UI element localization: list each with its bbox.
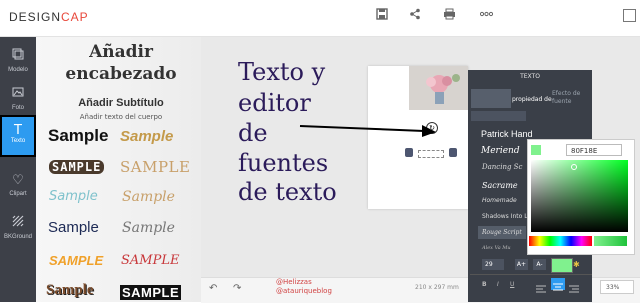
font-option[interactable]: Homemade [482,197,517,204]
layout-icon [0,48,36,64]
dialog-title: TEXTO [520,73,540,80]
font-size-increase-button[interactable]: A+ [515,259,528,270]
tab-swatch[interactable] [471,89,511,108]
window-square-icon[interactable] [623,9,636,22]
font-size-select[interactable]: 29 [482,259,504,270]
color-cursor[interactable] [571,164,577,170]
app-logo[interactable]: DESIGNCAP [9,10,89,24]
annotation-arrow [299,125,436,137]
font-sample[interactable]: Sample [46,282,94,299]
divider [470,274,592,275]
sidebar-item-texto[interactable]: T Texto [0,115,36,157]
sidebar-item-label: BKGround [3,234,33,240]
credit-text: @atauriqueblog [276,287,332,295]
background-icon [0,215,36,231]
tab-effect[interactable]: Efecto de fuente [552,90,586,106]
sidebar-item-label: Modelo [8,67,28,73]
flower-photo[interactable] [409,66,468,110]
photo-icon [0,86,36,102]
zoom-select[interactable]: 33% [600,280,634,294]
redo-icon[interactable]: ↷ [233,283,241,294]
more-icon[interactable] [476,8,496,26]
annotation-line: de [238,119,268,147]
sidebar-item-label: Clipart [9,191,27,197]
font-sample[interactable]: Sample [120,128,173,145]
resize-handle[interactable] [449,148,457,157]
font-search[interactable] [471,111,526,121]
top-bar [0,0,640,37]
text-color-swatch[interactable] [551,258,573,273]
bold-icon[interactable]: B [482,281,487,288]
annotation-line: de texto [238,178,337,206]
italic-icon[interactable]: I [497,281,499,288]
font-size-decrease-button[interactable]: A- [533,259,546,270]
font-sample[interactable]: Sample [122,220,175,236]
font-option[interactable]: Rouge Script [482,229,522,236]
align-right-icon[interactable] [568,279,580,293]
font-sample[interactable]: Sample [48,219,99,236]
sidebar-item-label: Foto [11,105,24,111]
align-center-icon[interactable] [551,278,565,291]
save-icon[interactable] [372,8,392,26]
hue-slider[interactable] [529,236,592,246]
undo-icon[interactable]: ↶ [209,283,217,294]
font-sample[interactable]: SAMPLE [121,253,179,268]
font-option[interactable]: Meriend [481,146,520,156]
font-option[interactable]: Sacrame [482,181,518,190]
align-left-icon[interactable] [535,279,547,293]
credit-text: @Helizzas [276,278,312,286]
annotation-line: fuentes [238,149,329,177]
sidebar-item-bkground[interactable]: BKGround [0,207,36,257]
font-option[interactable]: Dancing Sc [482,163,522,171]
saturation-field[interactable] [531,160,628,232]
palette-icon[interactable]: ✱ [573,260,580,269]
heart-icon: ♡ [12,173,24,188]
current-color-swatch [531,145,541,155]
alpha-slider[interactable] [594,236,627,246]
font-sample[interactable]: SAMPLE [49,253,103,268]
underline-icon[interactable]: U [510,281,514,288]
text-icon: T [14,123,22,138]
font-option[interactable]: Alex Va Mu [482,245,511,251]
font-sample[interactable]: Sample [48,126,108,146]
annotation-line: Texto y [238,58,326,86]
print-icon[interactable] [439,8,459,26]
font-sample[interactable]: SAMPLE [120,285,182,300]
font-sample[interactable]: SAMPLE [120,158,190,176]
tab-property[interactable]: propiedad de [512,96,552,103]
add-heading-button[interactable]: Añadir encabezado [46,41,196,85]
font-option[interactable]: Patrick Hand [481,129,533,139]
annotation-line: editor [238,89,311,117]
font-sample[interactable]: Sample [122,189,175,205]
selected-text-box[interactable] [418,150,444,158]
add-subtitle-button[interactable]: Añadir Subtítulo [46,97,196,109]
sidebar-item-label: Texto [10,138,26,144]
color-hex-input[interactable]: 80F18E [566,144,622,156]
page-size: 210 x 297 mm [415,284,459,291]
font-sample[interactable]: SAMPLE [49,160,105,174]
share-icon[interactable] [405,8,425,26]
resize-handle[interactable] [405,148,413,157]
font-sample[interactable]: Sample [49,189,98,204]
add-body-text-button[interactable]: Añadir texto del cuerpo [46,113,196,121]
font-option[interactable]: Shadows Into L [482,213,528,220]
